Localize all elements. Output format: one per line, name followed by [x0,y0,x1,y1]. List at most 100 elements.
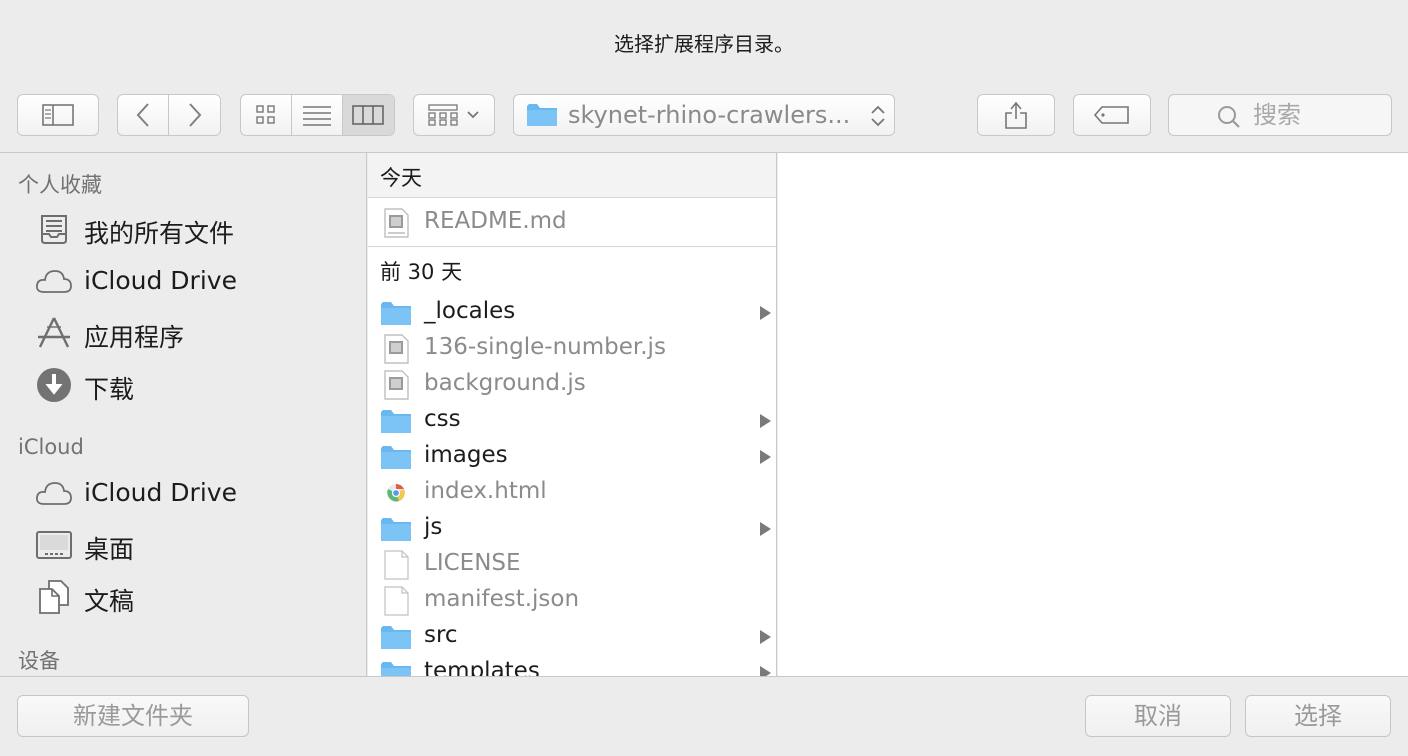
sidebar-item-label: 应用程序 [84,323,185,352]
folder-row-locales[interactable]: _locales [368,295,776,331]
search-field[interactable] [1168,94,1392,136]
chevron-right-icon [188,103,201,127]
folder-icon [381,410,411,433]
all-files-icon [34,211,74,247]
desktop-icon [34,527,74,563]
tag-icon [1093,106,1129,124]
up-down-icon [871,105,885,127]
sidebar-section-favorites: 个人收藏 [18,173,102,197]
sidebar-item-all-files[interactable]: 我的所有文件 [0,207,366,251]
group-title: 今天 [380,166,422,190]
disclosure-arrow-icon [760,522,771,536]
file-column: 今天 README.md 前 30 天 _locales 136-single-… [368,153,777,676]
search-input[interactable] [1253,101,1373,129]
icon-view-button[interactable] [241,95,293,135]
folder-name: templates [424,658,540,676]
folder-name: images [424,442,508,468]
sidebar: 个人收藏 我的所有文件 iCloud Drive 应用程序 下载 iCloud … [0,153,367,676]
folder-row-js[interactable]: js [368,511,776,547]
group-header-last-30-days: 前 30 天 [368,246,776,291]
chevron-left-icon [136,103,149,127]
folder-icon [527,104,557,126]
file-name: background.js [424,370,586,396]
folder-name: src [424,622,458,648]
share-button[interactable] [977,94,1055,136]
file-row-single-number[interactable]: 136-single-number.js [368,331,776,367]
list-view-button[interactable] [292,95,343,135]
new-folder-button[interactable]: 新建文件夹 [17,695,249,737]
folder-name: js [424,514,443,540]
columns-icon [352,105,385,125]
markdown-file-icon [384,208,409,238]
dialog-title: 选择扩展程序目录。 [614,32,794,56]
list-icon [303,106,331,126]
cloud-icon [34,263,74,299]
file-row-index-html[interactable]: index.html [368,475,776,511]
blank-file-icon [384,550,409,580]
sidebar-item-icloud-drive-2[interactable]: iCloud Drive [0,471,366,515]
choose-button[interactable]: 选择 [1245,695,1391,737]
folder-row-src[interactable]: src [368,619,776,655]
sidebar-section-devices: 设备 [18,649,60,673]
file-name: 136-single-number.js [424,334,666,360]
sidebar-item-label: iCloud Drive [84,478,237,507]
sidebar-item-label: 文稿 [84,587,135,616]
sidebar-item-desktop[interactable]: 桌面 [0,523,366,567]
column-view-button[interactable] [342,95,394,135]
sidebar-item-label: 桌面 [84,535,135,564]
folder-icon [381,662,411,676]
view-mode-control [240,94,395,136]
file-name: manifest.json [424,586,580,612]
file-name: index.html [424,478,547,504]
forward-button[interactable] [169,95,220,135]
search-icon [1218,106,1240,128]
disclosure-arrow-icon [760,666,771,676]
file-name: LICENSE [424,550,521,576]
folder-row-templates[interactable]: templates [368,655,776,676]
disclosure-arrow-icon [760,630,771,644]
folder-row-css[interactable]: css [368,403,776,439]
folder-name: css [424,406,461,432]
disclosure-arrow-icon [760,306,771,320]
folder-icon [381,518,411,541]
tag-button[interactable] [1073,94,1151,136]
sidebar-item-documents[interactable]: 文稿 [0,575,366,619]
back-button[interactable] [118,95,170,135]
chevron-down-icon [467,111,479,119]
cloud-icon [34,475,74,511]
file-row-manifest[interactable]: manifest.json [368,583,776,619]
group-icon [428,104,458,126]
share-icon [1005,101,1027,129]
chrome-html-icon [387,484,405,502]
sidebar-item-icloud-drive[interactable]: iCloud Drive [0,259,366,303]
file-row-background[interactable]: background.js [368,367,776,403]
disclosure-arrow-icon [760,450,771,464]
sidebar-icon [42,104,74,126]
download-icon [34,367,74,403]
folder-name: _locales [424,298,516,324]
sidebar-item-downloads[interactable]: 下载 [0,363,366,407]
path-label: skynet-rhino-crawlers... [568,101,851,129]
disclosure-arrow-icon [760,414,771,428]
file-row-readme[interactable]: README.md [368,205,776,241]
group-title: 前 30 天 [380,260,463,284]
browser-area: 个人收藏 我的所有文件 iCloud Drive 应用程序 下载 iCloud … [0,152,1408,677]
folder-icon [381,446,411,469]
sidebar-item-label: iCloud Drive [84,266,237,295]
file-row-license[interactable]: LICENSE [368,547,776,583]
group-by-button[interactable] [413,94,495,136]
sidebar-item-label: 下载 [84,375,135,404]
sidebar-item-applications[interactable]: 应用程序 [0,311,366,355]
sidebar-toggle-button[interactable] [17,94,99,136]
sidebar-item-label: 我的所有文件 [84,219,235,248]
open-dialog: 选择扩展程序目录。 skynet-rhino-crawlers... 搜索 个人… [0,0,1408,756]
preview-pane [778,153,1408,676]
folder-icon [381,626,411,649]
applications-icon [34,315,74,351]
cancel-button[interactable]: 取消 [1085,695,1231,737]
history-nav [117,94,221,136]
folder-icon [381,302,411,325]
file-name: README.md [424,208,567,234]
path-popup[interactable]: skynet-rhino-crawlers... [513,94,895,136]
folder-row-images[interactable]: images [368,439,776,475]
